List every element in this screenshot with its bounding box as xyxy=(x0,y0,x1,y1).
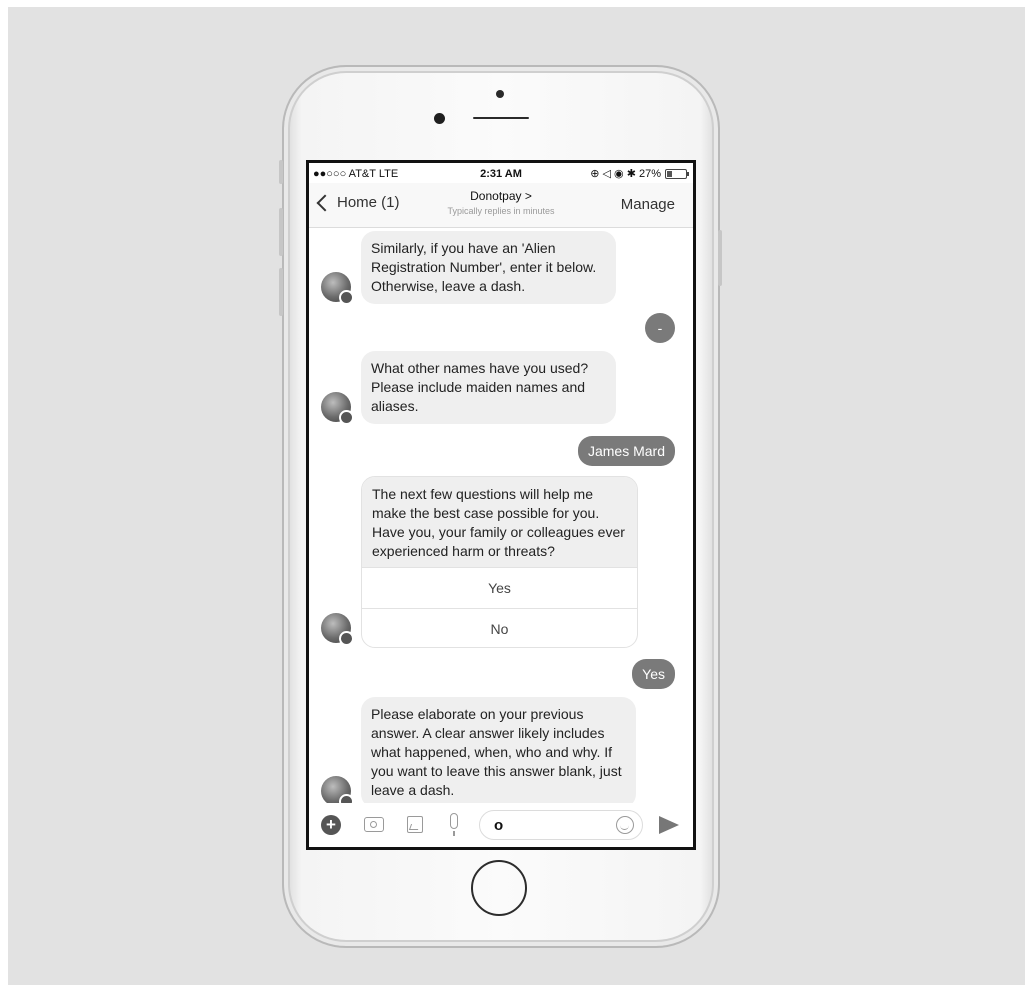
messenger-badge-icon xyxy=(339,631,354,646)
message-input-value: o xyxy=(494,817,504,834)
home-button[interactable] xyxy=(471,860,527,916)
messenger-badge-icon xyxy=(339,290,354,305)
message-input[interactable]: o xyxy=(479,810,643,840)
plus-icon[interactable]: + xyxy=(321,815,341,835)
phone-screen: ●●○○○ AT&T LTE 2:31 AM ⊕ ◁ ◉ ✱ 27% Home … xyxy=(306,160,696,850)
quick-reply-no[interactable]: No xyxy=(362,608,637,647)
bot-message: The next few questions will help me make… xyxy=(362,477,637,567)
message-list[interactable]: Similarly, if you have an 'Alien Registr… xyxy=(309,228,693,803)
earpiece-speaker xyxy=(473,117,529,119)
messenger-badge-icon xyxy=(339,410,354,425)
power-button xyxy=(718,230,722,286)
message-composer: + o xyxy=(309,803,693,847)
bot-message: Similarly, if you have an 'Alien Registr… xyxy=(361,231,616,304)
status-indicators: ⊕ ◁ ◉ ✱ 27% xyxy=(590,168,661,180)
battery-icon xyxy=(665,168,689,179)
quick-reply-yes[interactable]: Yes xyxy=(362,567,637,608)
image-icon[interactable] xyxy=(407,816,423,833)
volume-up-button xyxy=(279,208,283,256)
bot-avatar xyxy=(321,613,354,646)
volume-down-button xyxy=(279,268,283,316)
bot-message: Please elaborate on your previous answer… xyxy=(361,697,636,803)
send-icon[interactable] xyxy=(659,816,679,834)
emoji-icon[interactable] xyxy=(616,816,634,834)
user-message: - xyxy=(645,313,675,343)
bot-avatar xyxy=(321,776,354,803)
bot-message: What other names have you used? Please i… xyxy=(361,351,616,424)
status-bar: ●●○○○ AT&T LTE 2:31 AM ⊕ ◁ ◉ ✱ 27% xyxy=(309,163,693,183)
bot-avatar xyxy=(321,272,354,305)
front-camera xyxy=(434,113,445,124)
camera-icon[interactable] xyxy=(364,817,384,832)
question-card: The next few questions will help me make… xyxy=(361,476,638,648)
manage-button[interactable]: Manage xyxy=(621,196,675,213)
proximity-sensor xyxy=(496,90,504,98)
mute-switch xyxy=(279,160,283,184)
messenger-badge-icon xyxy=(339,794,354,803)
chat-header: Home (1) Donotpay > Typically replies in… xyxy=(309,183,693,228)
status-icons: ⊕ ◁ ◉ ✱ 27% xyxy=(590,167,689,180)
user-message: Yes xyxy=(632,659,675,689)
bot-avatar xyxy=(321,392,354,425)
microphone-icon[interactable] xyxy=(450,813,458,836)
user-message: James Mard xyxy=(577,436,675,466)
